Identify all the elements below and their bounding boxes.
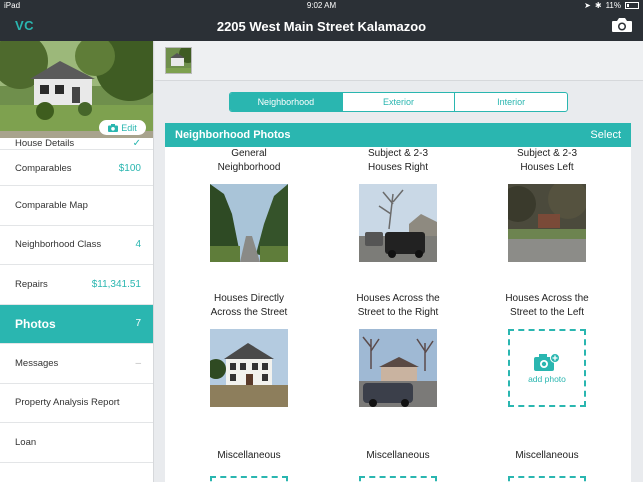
photo-caption: Houses Across the Street to the Right [356,293,440,318]
photo-caption: Subject & 2-3 Houses Left [516,148,578,173]
sidebar-item-value: 4 [135,239,141,251]
photo-slot-houses-across-right[interactable]: Houses Across the Street to the Right [324,292,472,407]
bluetooth-icon: ✱ [594,1,602,10]
photo-image[interactable] [359,329,437,407]
tab-neighborhood[interactable]: Neighborhood [230,93,343,111]
photo-caption: General Neighborhood [217,148,281,173]
photo-caption: Miscellaneous [217,450,281,461]
sidebar-item-property-analysis-report[interactable]: Property Analysis Report [0,383,153,423]
sidebar-item-photos[interactable]: Photos 7 [0,304,153,344]
sidebar-item-label: Photos [15,316,56,331]
sidebar-item-label: House Details [15,138,75,149]
top-nav: VC 2205 West Main Street Kalamazoo [0,12,643,41]
sidebar-item-value: 7 [135,318,141,330]
add-photo-button[interactable] [210,476,288,482]
add-photo-button[interactable] [359,476,437,482]
sidebar-item-label: Messages [15,357,59,369]
house-thumbnail-image [166,48,191,73]
sidebar-item-comparable-map[interactable]: Comparable Map [0,186,153,226]
photo-category-tabs: Neighborhood Exterior Interior [229,92,568,112]
photo-slot-houses-across-left[interactable]: Houses Across the Street to the Left add… [473,292,621,407]
edit-label: Edit [121,122,137,133]
photo-slot-miscellaneous[interactable]: Miscellaneous [473,449,621,482]
photo-image[interactable] [210,329,288,407]
status-bar: iPad 9:02 AM ➤ ✱ 11% [0,0,643,12]
sidebar-item-label: Comparable Map [15,199,88,211]
panel-title: Neighborhood Photos [175,129,291,141]
sidebar-item-value: $11,341.51 [91,278,141,290]
select-button[interactable]: Select [590,129,621,141]
photo-image[interactable] [359,184,437,262]
photo-image[interactable] [508,184,586,262]
battery-icon [625,2,639,9]
sidebar-item-comparables[interactable]: Comparables $100 [0,152,153,186]
sidebar-item-value: – [135,357,141,369]
sidebar-item-messages[interactable]: Messages – [0,344,153,384]
photo-slot-miscellaneous[interactable]: Miscellaneous [175,449,323,482]
sidebar-item-label: Loan [15,436,37,448]
property-photo[interactable]: Edit [0,41,153,140]
tab-interior[interactable]: Interior [455,93,567,111]
thumbnail-strip [155,41,643,81]
location-icon: ➤ [584,1,591,10]
sidebar: Edit House Details ✓ Comparables $100 Co… [0,41,154,482]
sidebar-item-label: Repairs [15,278,48,290]
photo-caption: Miscellaneous [366,450,430,461]
photo-slot-subject-houses-left[interactable]: Subject & 2-3 Houses Left [473,147,621,262]
edit-photo-button[interactable]: Edit [99,120,146,135]
photo-slot-general-neighborhood[interactable]: General Neighborhood [175,147,323,262]
add-camera-icon [534,352,560,371]
photo-caption: Subject & 2-3 Houses Right [367,148,429,173]
photo-slot-miscellaneous[interactable]: Miscellaneous [324,449,472,482]
main-content: Neighborhood Exterior Interior Neighborh… [155,41,643,482]
photo-caption: Houses Across the Street to the Left [505,293,589,318]
camera-icon[interactable] [611,17,633,33]
page-title: 2205 West Main Street Kalamazoo [216,19,427,34]
panel-header: Neighborhood Photos Select [165,123,631,147]
photo-caption: Houses Directly Across the Street [210,293,288,318]
camera-icon [108,123,119,132]
thumbnail[interactable] [165,47,192,74]
sidebar-item-label: Neighborhood Class [15,239,102,251]
sidebar-item-label: Comparables [15,163,72,174]
check-icon: ✓ [132,138,141,149]
add-photo-label: add photo [528,373,566,384]
photo-image[interactable] [210,184,288,262]
sidebar-item-house-details[interactable]: House Details ✓ [0,138,153,150]
sidebar-item-repairs[interactable]: Repairs $11,341.51 [0,265,153,305]
add-photo-button[interactable] [508,476,586,482]
clock: 9:02 AM [306,1,337,10]
sidebar-item-value: $100 [118,163,141,174]
battery-percent: 11% [605,1,621,10]
photo-slot-subject-houses-right[interactable]: Subject & 2-3 Houses Right [324,147,472,262]
sidebar-item-loan[interactable]: Loan [0,423,153,463]
sidebar-item-label: Property Analysis Report [15,397,120,409]
sidebar-item-neighborhood-class[interactable]: Neighborhood Class 4 [0,225,153,265]
photo-caption: Miscellaneous [515,450,579,461]
neighborhood-photos-panel: Neighborhood Photos Select General Neigh… [165,123,631,482]
photo-slot-houses-directly-across[interactable]: Houses Directly Across the Street [175,292,323,407]
add-photo-button[interactable]: add photo [508,329,586,407]
tab-exterior[interactable]: Exterior [343,93,456,111]
